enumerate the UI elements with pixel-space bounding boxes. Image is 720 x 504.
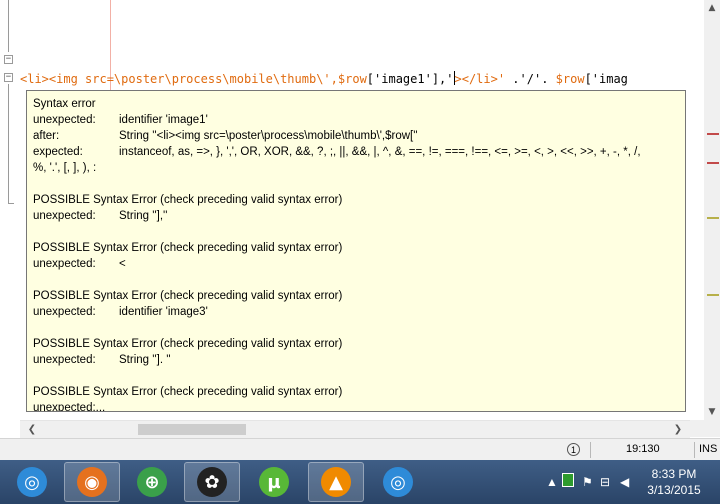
status-bar: 1 19:130 INS [0, 438, 720, 461]
taskbar-app-button[interactable]: ⊕ [124, 462, 180, 502]
utorrent-icon: µ [259, 467, 289, 497]
syntax-error-tooltip: Syntax error unexpected: identifier 'imag… [26, 90, 686, 412]
error-more: unexpected:... [33, 402, 106, 412]
cursor-position: 19:130 [626, 443, 660, 455]
taskbar-app-button[interactable]: ◎ [370, 462, 426, 502]
network-icon[interactable]: ⊟ [600, 475, 610, 489]
possible-error-title: POSSIBLE Syntax Error (check preceding v… [33, 338, 343, 350]
color-wheel-icon: ✿ [197, 467, 227, 497]
fold-guide [8, 0, 9, 52]
taskbar-app-button[interactable]: ◉ [64, 462, 120, 502]
error-key: expected: [33, 146, 83, 158]
scroll-left-icon[interactable]: ❮ [24, 421, 40, 438]
vlc-icon: ▲ [321, 467, 351, 497]
fold-toggle-icon[interactable]: − [4, 55, 13, 64]
fold-guide [8, 84, 9, 204]
error-marker[interactable] [707, 162, 719, 164]
line-gutter: − − [0, 0, 20, 420]
error-key: unexpected: [33, 306, 96, 318]
safari-icon: ◎ [17, 467, 47, 497]
code-token: $row [555, 72, 585, 86]
error-key: unexpected: [33, 354, 96, 366]
code-token: ></li>' [454, 72, 506, 86]
error-key: unexpected: [33, 210, 96, 222]
possible-error-title: POSSIBLE Syntax Error (check preceding v… [33, 242, 343, 254]
clock[interactable]: 8:33 PM 3/13/2015 [640, 466, 708, 498]
scroll-up-icon[interactable]: ▲ [704, 0, 720, 16]
error-key: after: [33, 130, 60, 142]
taskbar-app-button[interactable]: ✿ [184, 462, 240, 502]
status-divider [694, 442, 695, 458]
taskbar-app-button[interactable]: ▲ [308, 462, 364, 502]
scrollbar-corner [690, 420, 720, 437]
error-value-cont: %, '.', [, ], ), : [33, 162, 97, 174]
code-token: $row [337, 72, 367, 86]
error-value: < [119, 258, 126, 270]
firefox-icon: ◉ [77, 467, 107, 497]
code-editor[interactable]: − − <li><img src=\poster\process\mobile\… [0, 0, 704, 420]
code-token: ['image1'],' [366, 72, 454, 86]
notification-icon[interactable]: 1 [567, 443, 580, 456]
error-value: String '']. '' [119, 354, 171, 366]
clock-date: 3/13/2015 [647, 483, 701, 497]
code-line[interactable]: <li><img src=\poster\process\mobile\thum… [20, 70, 628, 88]
error-value: identifier 'image3' [119, 306, 208, 318]
show-hidden-icons-icon[interactable]: ▲ [546, 475, 558, 489]
safari-icon-2: ◎ [383, 467, 413, 497]
taskbar-app-button[interactable]: µ [246, 462, 302, 502]
clock-time: 8:33 PM [651, 467, 697, 481]
scroll-down-icon[interactable]: ▼ [704, 404, 720, 420]
error-value: identifier 'image1' [119, 114, 208, 126]
flag-icon[interactable]: ⚑ [582, 475, 593, 489]
system-tray: ▲ ⚑ ⊟ ◀ 8:33 PM 3/13/2015 [540, 460, 720, 504]
code-token: .'/'. [505, 72, 556, 86]
error-key: unexpected: [33, 114, 96, 126]
volume-icon[interactable]: ◀ [620, 475, 629, 489]
scroll-right-icon[interactable]: ❯ [670, 421, 686, 438]
error-value: String ''],'' [119, 210, 168, 222]
horizontal-scroll-thumb[interactable] [138, 424, 246, 435]
fold-toggle-icon[interactable]: − [4, 73, 13, 82]
status-divider [590, 442, 591, 458]
error-value: instanceof, as, =>, }, ',', OR, XOR, &&,… [119, 146, 641, 158]
possible-error-title: POSSIBLE Syntax Error (check preceding v… [33, 386, 343, 398]
error-title: Syntax error [33, 98, 96, 110]
fold-end-tick [8, 203, 14, 204]
error-value: String ''<li><img src=\poster\process\mo… [119, 130, 418, 142]
code-token: ['imag [584, 72, 628, 86]
taskbar: ◎ ◉ ⊕ ✿ µ ▲ ◎ ▲ ⚑ ⊟ ◀ 8:33 PM 3/13/2015 [0, 460, 720, 504]
error-marker[interactable] [707, 133, 719, 135]
error-key: unexpected: [33, 258, 96, 270]
possible-error-title: POSSIBLE Syntax Error (check preceding v… [33, 194, 343, 206]
app-tray-icon[interactable] [562, 473, 574, 487]
taskbar-app-button[interactable]: ◎ [4, 462, 60, 502]
warning-marker[interactable] [707, 294, 719, 296]
possible-error-title: POSSIBLE Syntax Error (check preceding v… [33, 290, 343, 302]
horizontal-scrollbar[interactable]: ❮ ❯ [20, 420, 690, 438]
warning-marker[interactable] [707, 217, 719, 219]
vertical-scrollbar[interactable]: ▲ ▼ [704, 0, 720, 420]
insert-mode[interactable]: INS [699, 443, 717, 455]
code-token: <li><img src=\poster\process\mobile\thum… [20, 72, 338, 86]
lock-app-icon: ⊕ [137, 467, 167, 497]
